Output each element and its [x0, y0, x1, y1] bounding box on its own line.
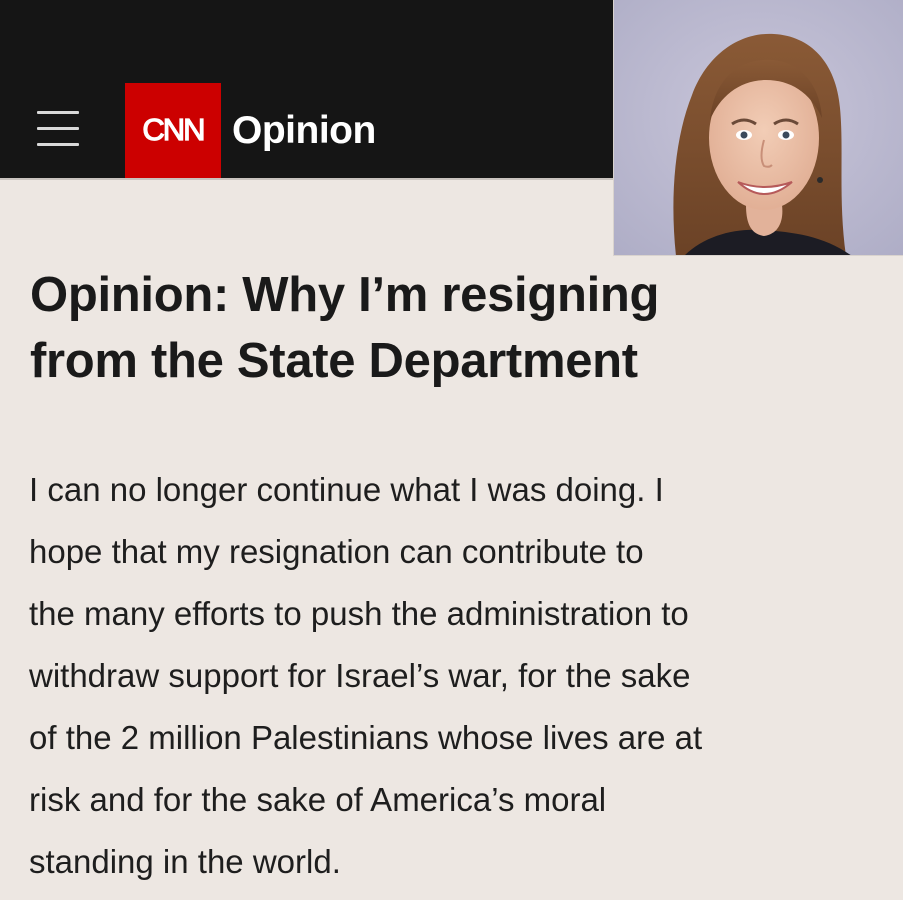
section-title-opinion[interactable]: Opinion	[232, 108, 376, 154]
menu-line-top	[37, 111, 79, 114]
headline-line: from the State Department	[30, 334, 638, 388]
quote-line: withdraw support for Israel’s war, for t…	[29, 657, 691, 694]
quote-line: of the 2 million Palestinians whose live…	[29, 719, 703, 756]
cnn-logo[interactable]: CNN	[125, 83, 221, 179]
author-portrait-image	[614, 0, 903, 255]
menu-line-bottom	[37, 143, 79, 146]
cnn-logo-text: CNN	[142, 112, 206, 147]
quote-line: hope that my resignation can contribute …	[29, 533, 644, 570]
quote-line: the many efforts to push the administrat…	[29, 595, 689, 632]
author-photo	[613, 0, 903, 256]
quote-line: standing in the world.	[29, 843, 341, 880]
article-headline: Opinion: Why I’m resigning from the Stat…	[30, 262, 830, 394]
menu-line-middle	[37, 127, 79, 130]
headline-line: Opinion: Why I’m resigning	[30, 268, 660, 322]
quote-line: risk and for the sake of America’s moral	[29, 781, 607, 818]
quote-line: I can no longer continue what I was doin…	[29, 471, 664, 508]
article-quote: I can no longer continue what I was doin…	[29, 459, 899, 893]
hamburger-menu-icon[interactable]	[37, 109, 79, 149]
